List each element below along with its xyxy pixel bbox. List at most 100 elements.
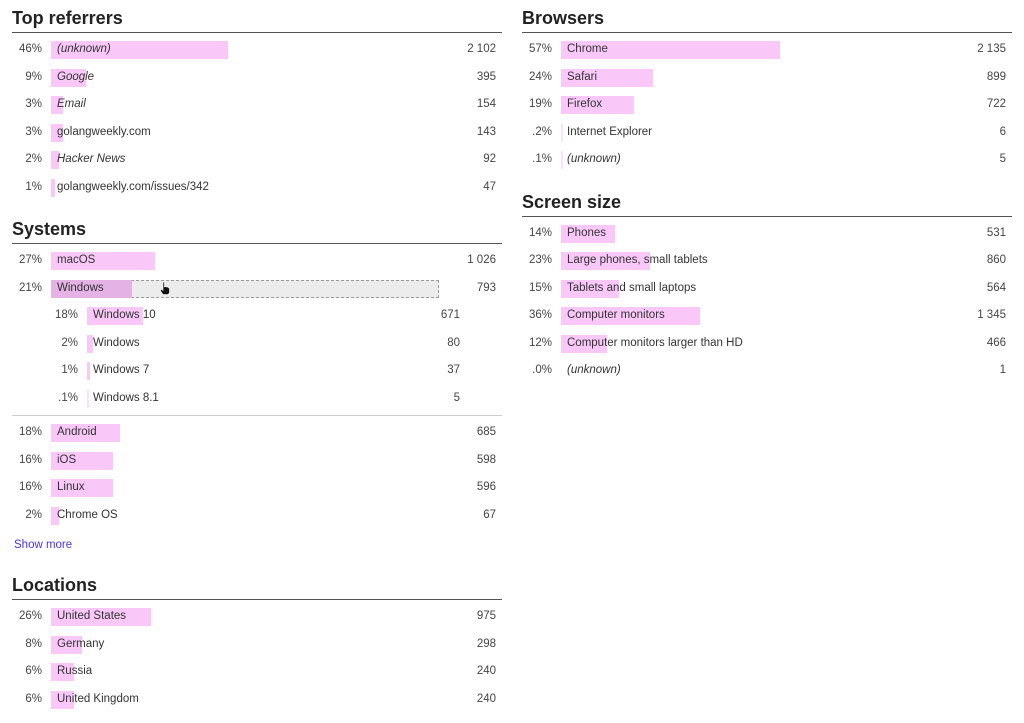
bar-track[interactable]	[51, 479, 439, 497]
row-label[interactable]: golangweekly.com/issues/342	[57, 174, 209, 202]
bar-track[interactable]	[561, 41, 949, 59]
bar-track[interactable]	[561, 68, 949, 87]
table-row[interactable]: 26% United States 975	[12, 603, 502, 631]
table-row[interactable]: 24% Safari 899	[522, 64, 1012, 92]
section-title: Browsers	[522, 0, 1012, 33]
hand-pointer-icon	[160, 281, 170, 295]
table-row[interactable]: 15% Tablets and small laptops 564	[522, 275, 1012, 303]
table-row[interactable]: 8% Germany 298	[12, 631, 502, 659]
row-percent: 1%	[61, 364, 78, 376]
bar-track[interactable]	[51, 68, 439, 87]
table-row[interactable]: 1% golangweekly.com/issues/342 47	[12, 174, 502, 202]
table-row[interactable]: .0% (unknown) 1	[522, 357, 1012, 385]
table-row[interactable]: 12% Computer monitors larger than HD 466	[522, 330, 1012, 358]
row-percent: 1%	[25, 180, 42, 193]
row-percent: 24%	[528, 70, 552, 83]
bar-track[interactable]	[561, 224, 949, 243]
bar-fill	[87, 362, 91, 380]
table-row[interactable]: 23% Large phones, small tablets 860	[522, 247, 1012, 275]
table-row[interactable]: 16% Linux 596	[12, 474, 502, 502]
table-row[interactable]: 3% Email 154	[12, 91, 502, 119]
sub-row[interactable]: .1% Windows 8.1 5	[12, 385, 502, 413]
table-row[interactable]: 16% iOS 598	[12, 447, 502, 475]
row-percent: 15%	[528, 281, 552, 294]
section-title: Top referrers	[12, 0, 502, 33]
row-percent: 18%	[18, 426, 42, 438]
row-label[interactable]: Email	[57, 91, 86, 119]
row-label[interactable]: Hacker News	[57, 146, 125, 174]
row-label[interactable]: Windows 8.1	[93, 385, 159, 413]
row-label[interactable]: Large phones, small tablets	[567, 247, 708, 275]
row-label[interactable]: (unknown)	[567, 357, 621, 385]
row-label[interactable]: Tablets and small laptops	[567, 275, 696, 303]
row-label[interactable]: Android	[57, 419, 97, 447]
table-row[interactable]: 21% Windows 793	[12, 275, 502, 303]
row-count: 1 026	[467, 254, 496, 266]
row-label[interactable]: Computer monitors larger than HD	[567, 330, 743, 358]
table-row[interactable]: .1% (unknown) 5	[522, 146, 1012, 174]
row-label[interactable]: (unknown)	[567, 146, 621, 174]
table-row[interactable]: 46% (unknown) 2 102	[12, 36, 502, 64]
bar-track[interactable]	[561, 96, 949, 114]
row-count: 564	[986, 281, 1006, 294]
row-percent: 16%	[18, 481, 42, 493]
row-count: 722	[986, 98, 1006, 110]
row-label[interactable]: Chrome	[567, 36, 608, 64]
table-row[interactable]: 27% macOS 1 026	[12, 247, 502, 275]
row-count: 240	[476, 692, 496, 705]
table-row[interactable]: 18% Android 685	[12, 419, 502, 447]
sub-row[interactable]: 18% Windows 10 671	[12, 302, 502, 330]
table-row[interactable]: 36% Computer monitors 1 345	[522, 302, 1012, 330]
table-row[interactable]: 9% Google 395	[12, 64, 502, 92]
row-percent: .2%	[532, 125, 552, 138]
row-label[interactable]: Windows 7	[93, 357, 149, 385]
row-label[interactable]: Firefox	[567, 91, 602, 119]
row-count: 240	[476, 665, 496, 677]
row-count: 793	[476, 281, 496, 294]
table-row[interactable]: 2% Chrome OS 67	[12, 502, 502, 530]
row-count: 2 102	[467, 43, 496, 55]
table-row[interactable]: 14% Phones 531	[522, 220, 1012, 248]
row-percent: .1%	[58, 391, 78, 404]
row-count: 899	[986, 70, 1006, 83]
table-row[interactable]: 6% Russia 240	[12, 658, 502, 686]
bar-track[interactable]	[51, 424, 439, 442]
bar-track[interactable]	[51, 451, 439, 470]
bar-track[interactable]	[51, 252, 439, 270]
row-label[interactable]: macOS	[57, 247, 95, 275]
bar-fill	[51, 178, 55, 197]
row-percent: .1%	[532, 153, 552, 165]
row-percent: 16%	[18, 453, 42, 466]
row-label[interactable]: (unknown)	[57, 36, 111, 64]
table-row[interactable]: 6% United Kingdom 240	[12, 686, 502, 714]
sub-row[interactable]: 2% Windows 80	[12, 330, 502, 358]
table-row[interactable]: 2% Hacker News 92	[12, 146, 502, 174]
row-label[interactable]: Russia	[57, 658, 92, 686]
row-label[interactable]: Germany	[57, 631, 104, 659]
show-more-link[interactable]: Show more	[14, 539, 72, 551]
row-percent: 27%	[18, 254, 42, 266]
row-label[interactable]: Linux	[57, 474, 85, 502]
sub-row[interactable]: 1% Windows 7 37	[12, 357, 502, 385]
bar-track[interactable]	[51, 635, 439, 654]
bar-track[interactable]	[51, 96, 439, 114]
bar-track[interactable]	[51, 279, 439, 298]
table-row[interactable]: 57% Chrome 2 135	[522, 36, 1012, 64]
row-label[interactable]: Safari	[567, 64, 597, 92]
row-label[interactable]: Windows 10	[93, 302, 156, 330]
table-row[interactable]: .2% Internet Explorer 6	[522, 119, 1012, 147]
row-label[interactable]: United Kingdom	[57, 686, 139, 714]
row-label[interactable]: Windows	[93, 330, 140, 358]
bar-track[interactable]	[51, 663, 439, 681]
table-row[interactable]: 19% Firefox 722	[522, 91, 1012, 119]
row-label[interactable]: iOS	[57, 447, 76, 475]
row-label[interactable]: Phones	[567, 220, 606, 248]
row-label[interactable]: golangweekly.com	[57, 119, 151, 147]
row-label[interactable]: Chrome OS	[57, 502, 118, 530]
row-label[interactable]: Computer monitors	[567, 302, 665, 330]
row-label[interactable]: Internet Explorer	[567, 119, 652, 147]
row-label[interactable]: Google	[57, 64, 94, 92]
row-label[interactable]: Windows	[57, 275, 104, 303]
table-row[interactable]: 3% golangweekly.com 143	[12, 119, 502, 147]
row-label[interactable]: United States	[57, 603, 126, 631]
